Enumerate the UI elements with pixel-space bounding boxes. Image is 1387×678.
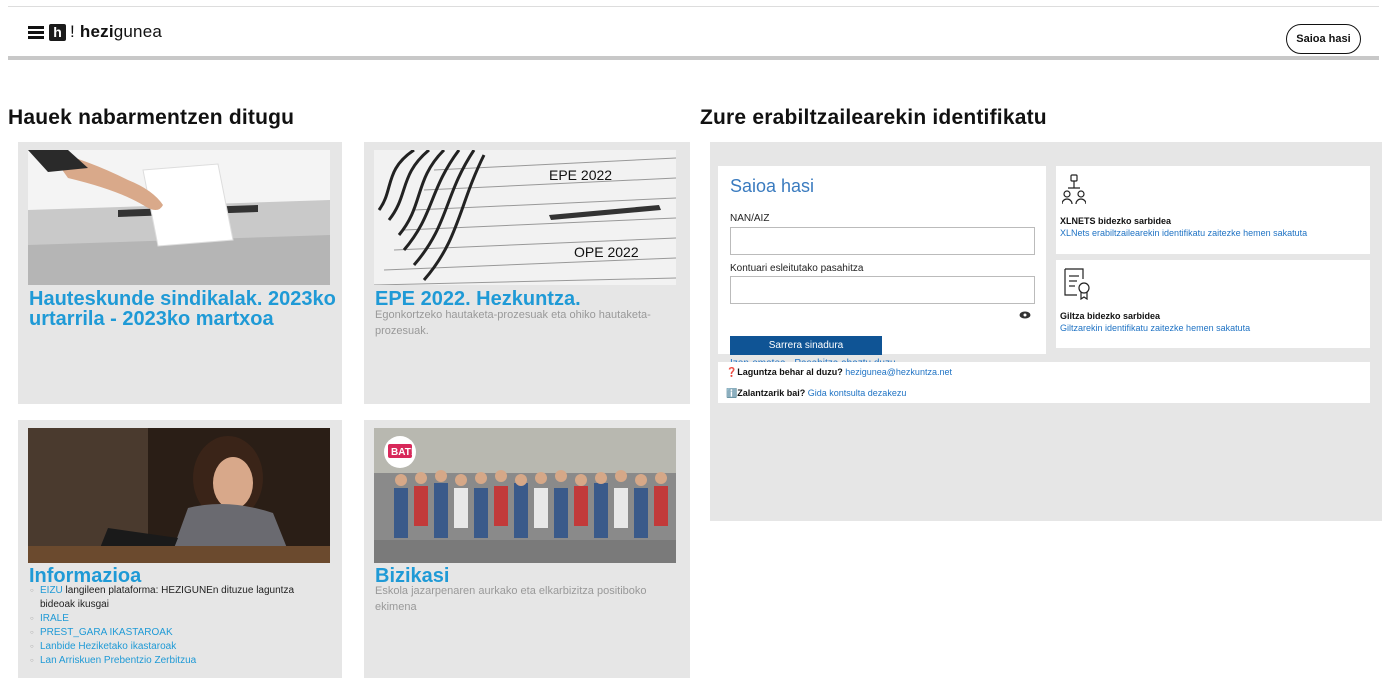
eizu-link[interactable]: EIZU — [40, 585, 63, 596]
help-question-icon: ❓ — [726, 367, 738, 377]
list-item: Lan Arriskuen Prebentzio Zerbitzua — [30, 654, 320, 668]
password-label: Kontuari esleitutako pasahitza — [730, 263, 864, 274]
card-title[interactable]: EPE 2022. Hezkuntza. — [375, 289, 581, 309]
card-epe[interactable]: EPE 2022 OPE 2022 EPE 2022. Hezkuntza. E… — [364, 142, 690, 404]
highlights-title: Hauek nabarmentzen ditugu — [8, 106, 295, 129]
ballot-image — [28, 150, 330, 285]
xlnets-link[interactable]: XLNets erabiltzailearekin identifikatu z… — [1060, 228, 1307, 238]
user-id-input[interactable] — [730, 227, 1035, 255]
giltza-title[interactable]: Giltza bidezko sarbidea — [1060, 311, 1160, 321]
card-elections[interactable]: Hauteskunde sindikalak. 2023ko urtarrila… — [18, 142, 342, 404]
logo[interactable]: h ! hezigunea — [28, 22, 162, 42]
card-description: Egonkortzeko hautaketa-prozesuak eta ohi… — [375, 309, 651, 337]
prevention-link[interactable]: Lan Arriskuen Prebentzio Zerbitzua — [40, 655, 196, 666]
list-item: PREST_GARA IKASTAROAK — [30, 626, 320, 640]
woman-tablet-image — [28, 428, 330, 563]
info-links-list: EIZU langileen plataforma: HEZIGUNEn dit… — [30, 584, 320, 668]
login-form-title: Saioa hasi — [730, 176, 815, 196]
certificate-icon — [1064, 268, 1090, 300]
list-item: EIZU langileen plataforma: HEZIGUNEn dit… — [30, 584, 320, 612]
list-item: Lanbide Heziketako ikastaroak — [30, 640, 320, 654]
password-input[interactable] — [730, 276, 1035, 304]
notebook-image: EPE 2022 OPE 2022 — [374, 150, 676, 285]
prest-gara-link[interactable]: PREST_GARA IKASTAROAK — [40, 627, 173, 638]
login-panel: Saioa hasi NAN/AIZ Kontuari esleitutako … — [710, 142, 1382, 521]
login-button[interactable]: Saioa hasi — [1286, 24, 1361, 54]
network-users-icon — [1062, 174, 1086, 205]
students-image: BAT! — [374, 428, 676, 563]
card-info[interactable]: Informazioa EIZU langileen plataforma: H… — [18, 420, 342, 678]
login-section-title: Zure erabiltzailearekin identifikatu — [700, 106, 1047, 129]
logo-text: ! hezigunea — [70, 22, 163, 41]
card-title[interactable]: Hauteskunde sindikalak. 2023ko urtarrila… — [29, 289, 339, 329]
card-bizikasi[interactable]: BAT! Bizikasi Eskola jazarpenaren aurkak… — [364, 420, 690, 678]
lanbide-link[interactable]: Lanbide Heziketako ikastaroak — [40, 641, 176, 652]
guide-line: ℹ️Zalantzarik bai? Gida kontsulta dezake… — [726, 388, 907, 398]
user-label: NAN/AIZ — [730, 213, 770, 224]
help-box: ❓Laguntza behar al duzu? hezigunea@hezku… — [718, 362, 1370, 403]
ope-overlay-text: OPE 2022 — [574, 244, 639, 260]
show-password-icon[interactable] — [1019, 311, 1031, 319]
top-bar: h ! hezigunea Saioa hasi — [8, 8, 1379, 60]
xlnets-title[interactable]: XLNETS bidezko sarbidea — [1060, 216, 1171, 226]
help-line: ❓Laguntza behar al duzu? hezigunea@hezku… — [726, 367, 952, 377]
guide-link[interactable]: Gida kontsulta dezakezu — [808, 388, 907, 398]
help-email-link[interactable]: hezigunea@hezkuntza.net — [845, 367, 952, 377]
submit-login-button[interactable]: Sarrera sinadura — [730, 336, 882, 355]
card-description: Eskola jazarpenaren aurkako eta elkarbiz… — [375, 585, 647, 613]
list-item: IRALE — [30, 612, 320, 626]
xlnets-access[interactable]: XLNETS bidezko sarbidea XLNets erabiltza… — [1056, 166, 1370, 254]
giltza-link[interactable]: Giltzarekin identifikatu zaitezke hemen … — [1060, 323, 1250, 333]
logo-mark: h — [49, 23, 66, 41]
hamburger-menu-icon[interactable] — [28, 25, 44, 39]
epe-overlay-text: EPE 2022 — [549, 167, 612, 183]
info-icon: ℹ️ — [726, 388, 738, 398]
irale-link[interactable]: IRALE — [40, 613, 69, 624]
login-form: Saioa hasi NAN/AIZ Kontuari esleitutako … — [718, 166, 1046, 369]
bat-badge-text: BAT! — [391, 447, 414, 458]
top-border — [8, 6, 1379, 7]
giltza-access[interactable]: Giltza bidezko sarbidea Giltzarekin iden… — [1056, 260, 1370, 348]
card-title[interactable]: Informazioa — [29, 566, 141, 586]
